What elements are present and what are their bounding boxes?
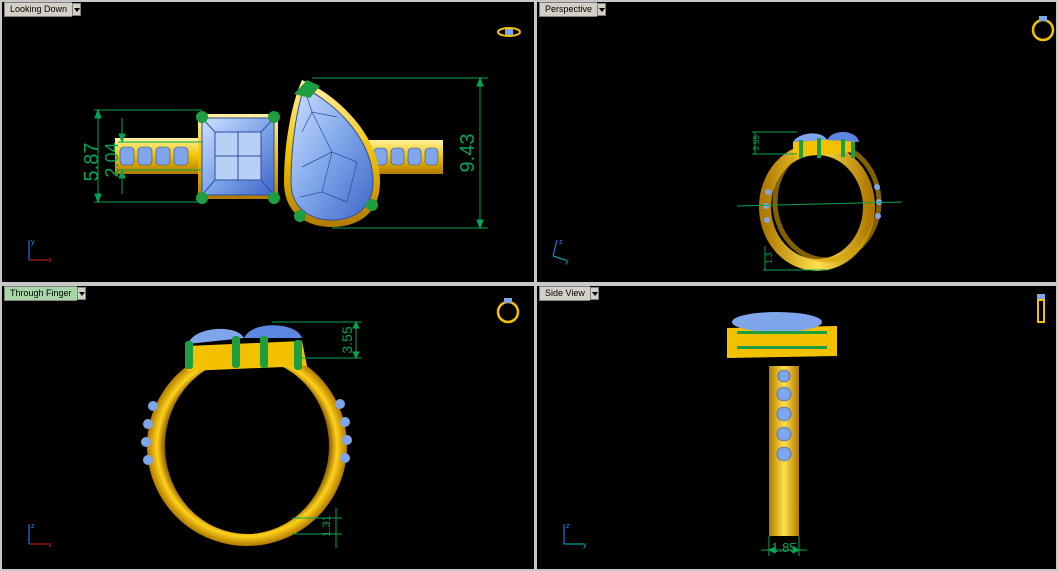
dimension-label-overall-height: 5.87 bbox=[81, 143, 103, 182]
view-orientation-icon bbox=[496, 298, 520, 324]
viewport-title: Looking Down bbox=[4, 2, 73, 17]
shank-left bbox=[115, 138, 200, 174]
viewport-looking-down[interactable]: Looking Down 5.87 2.04 9.43 y x bbox=[2, 2, 534, 282]
shank-right bbox=[368, 140, 443, 174]
viewport-menu-dropdown-icon[interactable] bbox=[597, 3, 607, 16]
ring-perspective bbox=[759, 131, 882, 271]
viewport-menu-dropdown-icon[interactable] bbox=[589, 287, 599, 300]
dimension-label-band-thickness: 1.31 bbox=[321, 515, 333, 536]
viewport-tab-side-view[interactable]: Side View bbox=[539, 286, 599, 301]
axis-indicator: y x bbox=[28, 239, 52, 264]
view-orientation-icon bbox=[1037, 294, 1045, 323]
princess-cut-stone bbox=[196, 111, 280, 204]
dimension-label-pear-length: 9.43 bbox=[457, 134, 479, 173]
viewport-through-finger[interactable]: Through Finger 3.55 1.31 z x bbox=[2, 286, 534, 569]
viewport-tab-looking-down[interactable]: Looking Down bbox=[4, 2, 82, 17]
model-render-side-view: 1.85 z y bbox=[563, 294, 1045, 556]
axis-indicator: z x bbox=[28, 523, 52, 549]
axis-indicator: z y bbox=[552, 239, 569, 265]
model-render-perspective: 3.55 1.3 z y bbox=[552, 16, 1055, 271]
axis-label-horizontal: x bbox=[48, 542, 52, 549]
model-render-looking-down: 5.87 2.04 9.43 y x bbox=[28, 27, 521, 264]
view-orientation-icon bbox=[497, 27, 521, 37]
viewport-title: Side View bbox=[539, 286, 590, 301]
axis-label-vertical: z bbox=[559, 239, 563, 246]
viewport-menu-dropdown-icon[interactable] bbox=[76, 287, 86, 300]
axis-label-horizontal: x bbox=[48, 257, 52, 264]
viewport-title: Through Finger bbox=[4, 286, 77, 301]
ring-side-view bbox=[727, 312, 837, 536]
viewport-title: Perspective bbox=[539, 2, 598, 17]
model-render-through-finger: 3.55 1.31 z x bbox=[28, 298, 520, 549]
axis-label-vertical: y bbox=[31, 239, 35, 246]
viewport-tab-perspective[interactable]: Perspective bbox=[539, 2, 607, 17]
viewport-side-view[interactable]: Side View 1.85 z y bbox=[537, 286, 1056, 569]
pear-cut-stone bbox=[284, 80, 380, 227]
axis-label-vertical: z bbox=[566, 523, 570, 530]
dimension-label-inner-height: 2.04 bbox=[102, 142, 122, 177]
axis-label-horizontal: y bbox=[565, 258, 569, 265]
axis-label-horizontal: y bbox=[583, 542, 587, 549]
view-orientation-icon bbox=[1031, 16, 1055, 42]
dimension-label-setting-height: 3.55 bbox=[339, 326, 355, 353]
axis-label-vertical: z bbox=[31, 523, 35, 530]
dimension-label-setting-height: 3.55 bbox=[752, 135, 761, 151]
axis-indicator: z y bbox=[563, 523, 587, 549]
dimension-label-band-thickness: 1.3 bbox=[765, 252, 774, 264]
viewport-perspective[interactable]: Perspective 3.55 1.3 z y bbox=[537, 2, 1056, 282]
viewport-tab-through-finger[interactable]: Through Finger bbox=[4, 286, 86, 301]
viewport-menu-dropdown-icon[interactable] bbox=[72, 3, 82, 16]
dimension-label-band-width: 1.85 bbox=[771, 540, 796, 555]
